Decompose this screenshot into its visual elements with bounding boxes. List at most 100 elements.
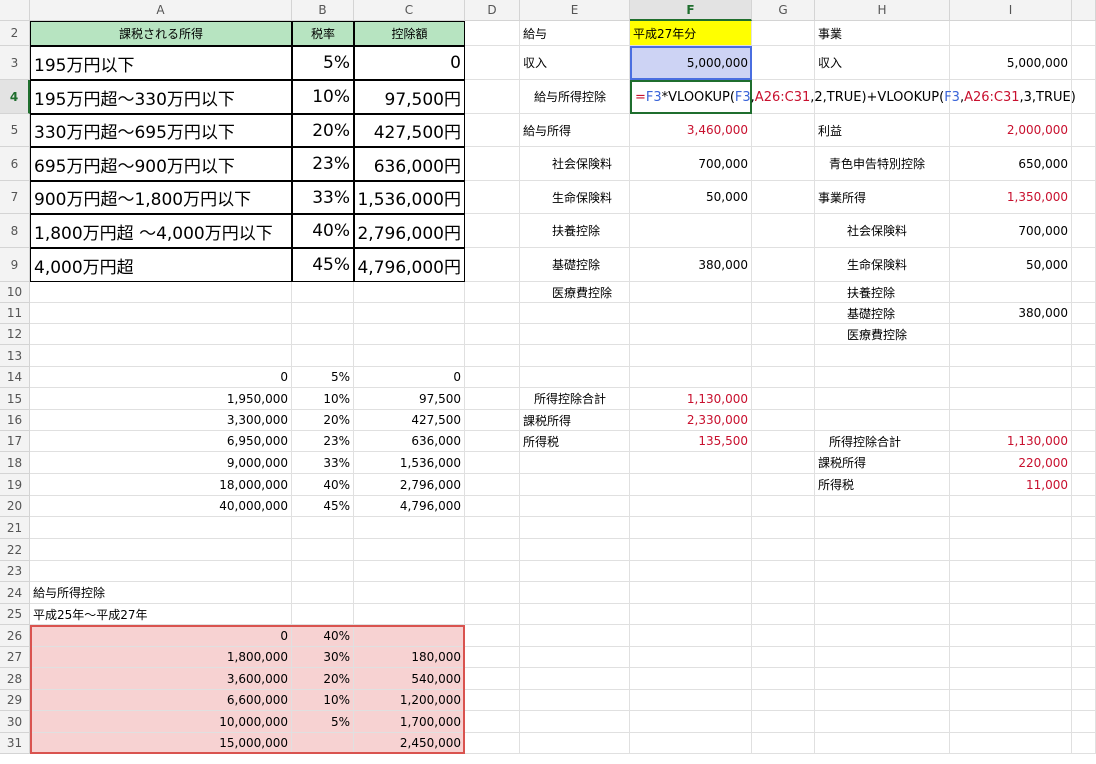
grid-cell[interactable] [815,668,950,690]
grid-cell[interactable] [292,345,354,367]
column-header-f[interactable]: F [630,0,752,21]
grid-cell[interactable] [950,625,1072,647]
salary-item-label[interactable]: 医療費控除 [520,282,630,303]
grid-cell[interactable] [465,114,520,147]
salary-income-value[interactable]: 5,000,000 [630,46,752,80]
grid-cell[interactable] [815,496,950,517]
row-header-23[interactable]: 23 [0,561,30,582]
column-header-h[interactable]: H [815,0,950,21]
grid-cell[interactable] [815,690,950,711]
business-item-value[interactable] [950,324,1072,345]
row-header-13[interactable]: 13 [0,345,30,367]
business-income-label[interactable]: 収入 [815,46,950,80]
salary-rate[interactable]: 10% [292,690,354,711]
salary-total-label[interactable]: 所得控除合計 [520,388,630,410]
salary-threshold[interactable]: 6,600,000 [30,690,292,711]
salary-total[interactable]: 1,130,000 [630,388,752,410]
grid-cell[interactable] [752,303,815,324]
grid-cell[interactable] [1072,452,1096,474]
salary-fixed[interactable] [354,625,465,647]
grid-cell[interactable] [465,690,520,711]
grid-cell[interactable] [465,668,520,690]
grid-cell[interactable] [520,733,630,754]
grid-cell[interactable] [465,517,520,539]
salary-income-label[interactable]: 収入 [520,46,630,80]
grid-cell[interactable] [815,410,950,431]
grid-cell[interactable] [1072,282,1096,303]
grid-cell[interactable] [30,539,292,561]
grid-cell[interactable] [465,80,520,114]
row-header-27[interactable]: 27 [0,647,30,668]
grid-cell[interactable] [1072,431,1096,452]
grid-cell[interactable] [520,474,630,496]
salary-rate[interactable]: 20% [292,668,354,690]
salary-rate[interactable]: 5% [292,711,354,733]
grid-cell[interactable] [815,517,950,539]
salary-deduction-title[interactable]: 給与所得控除 [30,582,292,604]
grid-cell[interactable] [630,517,752,539]
grid-cell[interactable] [1072,324,1096,345]
grid-cell[interactable] [520,517,630,539]
lookup-threshold[interactable]: 3,300,000 [30,410,292,431]
grid-cell[interactable] [815,388,950,410]
grid-cell[interactable] [630,690,752,711]
lookup-rate[interactable]: 45% [292,496,354,517]
tax-deduction-amount[interactable]: 636,000円 [354,147,465,181]
grid-cell[interactable] [30,324,292,345]
grid-cell[interactable] [465,474,520,496]
salary-fixed[interactable]: 540,000 [354,668,465,690]
tax-bracket-label[interactable]: 4,000万円超 [30,248,292,282]
grid-cell[interactable] [815,561,950,582]
lookup-rate[interactable]: 10% [292,388,354,410]
tax-rate[interactable]: 5% [292,46,354,80]
business-item-value[interactable] [950,282,1072,303]
spreadsheet-grid[interactable]: A B C D E F G H I 2 3 4 5 6 7 8 9 10 11 12 13 14 15 16 17 18 19 20 2… [0,0,1096,764]
grid-cell[interactable] [354,303,465,324]
grid-cell[interactable] [465,647,520,668]
grid-cell[interactable] [950,367,1072,388]
grid-cell[interactable] [630,668,752,690]
grid-cell[interactable] [520,647,630,668]
lookup-threshold[interactable]: 40,000,000 [30,496,292,517]
row-header-30[interactable]: 30 [0,711,30,733]
grid-cell[interactable] [1072,733,1096,754]
row-header-19[interactable]: 19 [0,474,30,496]
row-header-17[interactable]: 17 [0,431,30,452]
grid-cell[interactable] [752,21,815,46]
column-header-d[interactable]: D [465,0,520,21]
formula-edit-cell[interactable]: = F3 *VLOOKUP(F3, A26:C31,2,TRUE)+VLOOKUP(F… [630,80,1076,114]
business-total-label[interactable]: 所得控除合計 [815,431,950,452]
grid-cell[interactable] [1072,248,1096,282]
row-header-24[interactable]: 24 [0,582,30,604]
tax-rate[interactable]: 33% [292,181,354,214]
grid-cell[interactable] [465,561,520,582]
business-total[interactable]: 1,130,000 [950,431,1072,452]
grid-cell[interactable] [354,604,465,625]
grid-cell[interactable] [520,625,630,647]
grid-cell[interactable] [630,733,752,754]
grid-cell[interactable] [752,388,815,410]
grid-cell[interactable] [950,647,1072,668]
salary-fixed[interactable]: 1,700,000 [354,711,465,733]
grid-cell[interactable] [354,561,465,582]
tax-bracket-label[interactable]: 900万円超〜1,800万円以下 [30,181,292,214]
lookup-rate[interactable]: 23% [292,431,354,452]
grid-cell[interactable] [520,367,630,388]
business-income-net[interactable]: 1,350,000 [950,181,1072,214]
row-header-18[interactable]: 18 [0,452,30,474]
salary-item-label[interactable]: 扶養控除 [520,214,630,248]
tax-rate[interactable]: 10% [292,80,354,114]
grid-cell[interactable] [354,282,465,303]
grid-cell[interactable] [1072,410,1096,431]
grid-cell[interactable] [354,517,465,539]
grid-cell[interactable] [950,517,1072,539]
tax-table-header[interactable]: 課税される所得 [30,21,292,46]
salary-item-label[interactable]: 社会保険料 [520,147,630,181]
grid-cell[interactable] [465,303,520,324]
grid-cell[interactable] [520,604,630,625]
row-header-11[interactable]: 11 [0,303,30,324]
row-header-22[interactable]: 22 [0,539,30,561]
grid-cell[interactable] [950,582,1072,604]
grid-cell[interactable] [1072,345,1096,367]
select-all-corner[interactable] [0,0,30,21]
